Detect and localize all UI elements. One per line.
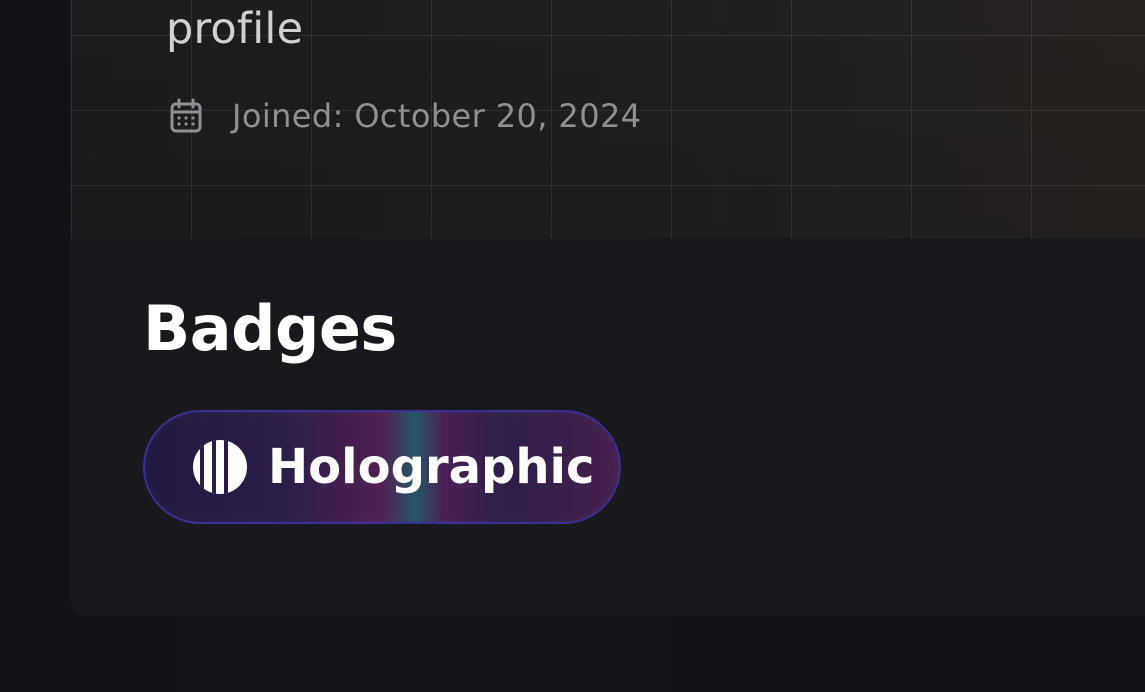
holographic-badge-label: Holographic: [268, 439, 595, 495]
holographic-badge[interactable]: Holographic: [143, 410, 621, 524]
badges-section: Badges Holographic: [143, 292, 621, 524]
calendar-icon: [169, 97, 203, 135]
joined-date-text: Joined: October 20, 2024: [232, 97, 642, 135]
holographic-bars-icon: [192, 438, 248, 496]
badges-title: Badges: [143, 292, 397, 365]
profile-heading-fragment: profile: [166, 4, 304, 54]
joined-date: Joined: October 20, 2024: [169, 97, 641, 135]
profile-card: profile Joined: October 20, 2024 Badges …: [70, 0, 1145, 616]
profile-hero: profile Joined: October 20, 2024: [70, 0, 1145, 238]
profile-page: profile Joined: October 20, 2024 Badges …: [0, 0, 1145, 692]
